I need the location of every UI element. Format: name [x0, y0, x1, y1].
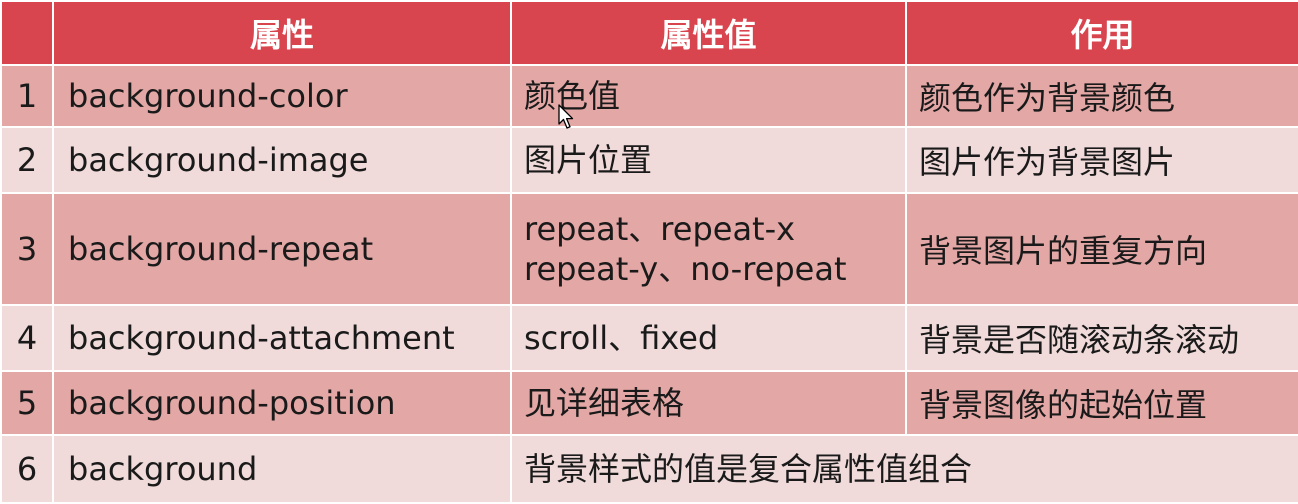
table-row: 1 background-color 颜色值 颜色作为背景颜色 [0, 64, 1298, 128]
property-effect: 图片作为背景图片 [905, 126, 1298, 194]
property-name: background-image [52, 126, 512, 194]
property-value: 背景样式的值是复合属性值组合 [510, 434, 1298, 504]
property-effect: 背景图像的起始位置 [905, 370, 1298, 436]
row-number: 5 [0, 370, 54, 436]
header-index-cell [0, 0, 54, 66]
property-effect: 背景是否随滚动条滚动 [905, 304, 1298, 372]
table-header-row: 属性 属性值 作用 [0, 0, 1298, 66]
value-line: scroll、fixed [524, 319, 719, 357]
property-value: 图片位置 [510, 126, 907, 194]
property-value: repeat、repeat-x repeat-y、no-repeat [510, 192, 907, 306]
value-line: 见详细表格 [524, 384, 685, 422]
row-number: 2 [0, 126, 54, 194]
property-value: scroll、fixed [510, 304, 907, 372]
row-number: 4 [0, 304, 54, 372]
table-row: 5 background-position 见详细表格 背景图像的起始位置 [0, 370, 1298, 436]
property-value: 颜色值 [510, 64, 907, 128]
property-effect: 颜色作为背景颜色 [905, 64, 1298, 128]
row-number: 3 [0, 192, 54, 306]
table-row: 3 background-repeat repeat、repeat-x repe… [0, 192, 1298, 306]
header-value: 属性值 [510, 0, 907, 66]
header-effect: 作用 [905, 0, 1298, 66]
background-properties-table: 属性 属性值 作用 1 background-color 颜色值 颜色作为背景颜… [0, 0, 1298, 504]
value-line: 图片位置 [524, 141, 653, 179]
property-name: background-color [52, 64, 512, 128]
table-row: 4 background-attachment scroll、fixed 背景是… [0, 304, 1298, 372]
value-line: repeat-y、no-repeat [524, 250, 847, 288]
header-property: 属性 [52, 0, 512, 66]
row-number: 6 [0, 434, 54, 504]
table-row: 6 background 背景样式的值是复合属性值组合 [0, 434, 1298, 504]
row-number: 1 [0, 64, 54, 128]
value-line: repeat、repeat-x [524, 210, 796, 248]
property-name: background-attachment [52, 304, 512, 372]
property-value: 见详细表格 [510, 370, 907, 436]
value-line: 背景样式的值是复合属性值组合 [524, 450, 973, 488]
property-name: background [52, 434, 512, 504]
css-background-properties-slide: 属性 属性值 作用 1 background-color 颜色值 颜色作为背景颜… [0, 0, 1298, 504]
table-row: 2 background-image 图片位置 图片作为背景图片 [0, 126, 1298, 194]
property-effect: 背景图片的重复方向 [905, 192, 1298, 306]
property-name: background-repeat [52, 192, 512, 306]
property-name: background-position [52, 370, 512, 436]
value-line: 颜色值 [524, 77, 621, 115]
